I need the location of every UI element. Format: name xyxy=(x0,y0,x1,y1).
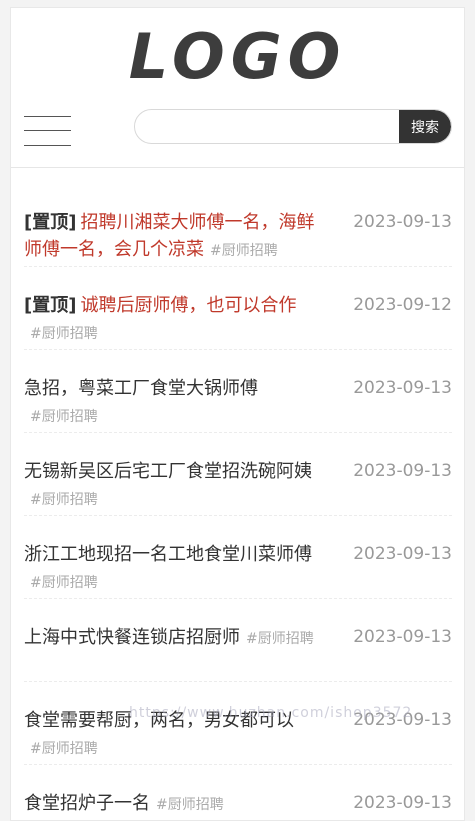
category-tag[interactable]: #厨师招聘 xyxy=(30,741,98,757)
post-list: [置顶] 招聘川湘菜大师傅一名，海鲜师傅一名，会几个凉菜 #厨师招聘 2023-09… xyxy=(24,184,452,820)
post-title[interactable]: 急招，粤菜工厂食堂大锅师傅 xyxy=(24,378,258,399)
post-title-link[interactable]: 急招，粤菜工厂食堂大锅师傅 #厨师招聘 xyxy=(24,375,329,431)
list-item: [置顶] 招聘川湘菜大师傅一名，海鲜师傅一名，会几个凉菜 #厨师招聘 2023-09… xyxy=(24,184,452,267)
menu-line xyxy=(24,145,71,146)
search-input[interactable] xyxy=(135,110,401,143)
category-tag[interactable]: #厨师招聘 xyxy=(30,492,98,508)
post-date: 2023-09-13 xyxy=(353,627,452,647)
post-title[interactable]: 上海中式快餐连锁店招厨师 xyxy=(24,627,240,648)
pinned-label: [置顶] xyxy=(24,212,77,233)
category-tag[interactable]: #厨师招聘 xyxy=(30,575,98,591)
post-title[interactable]: 浙江工地现招一名工地食堂川菜师傅 xyxy=(24,544,312,565)
post-title[interactable]: 食堂招炉子一名 xyxy=(24,793,150,814)
post-title-link[interactable]: 上海中式快餐连锁店招厨师 #厨师招聘 xyxy=(24,624,329,653)
category-tag[interactable]: #厨师招聘 xyxy=(30,326,98,342)
header: LOGO 搜索 xyxy=(11,8,464,168)
category-tag[interactable]: #厨师招聘 xyxy=(156,797,224,813)
menu-line xyxy=(24,116,71,117)
list-item: [置顶] 诚聘后厨师傅，也可以合作 #厨师招聘 2023-09-12 xyxy=(24,267,452,350)
post-title-link[interactable]: 无锡新吴区后宅工厂食堂招洗碗阿姨 #厨师招聘 xyxy=(24,458,329,514)
post-date: 2023-09-13 xyxy=(353,378,452,398)
list-item: 浙江工地现招一名工地食堂川菜师傅 #厨师招聘 2023-09-13 xyxy=(24,516,452,599)
post-date: 2023-09-13 xyxy=(353,793,452,813)
category-tag[interactable]: #厨师招聘 xyxy=(210,243,278,259)
list-item: 无锡新吴区后宅工厂食堂招洗碗阿姨 #厨师招聘 2023-09-13 xyxy=(24,433,452,516)
post-title[interactable]: 诚聘后厨师傅，也可以合作 xyxy=(80,295,296,316)
logo[interactable]: LOGO xyxy=(11,20,464,93)
post-date: 2023-09-13 xyxy=(353,461,452,481)
category-tag[interactable]: #厨师招聘 xyxy=(246,631,314,647)
list-item: 食堂需要帮厨，两名，男女都可以#厨师招聘 2023-09-13 xyxy=(24,682,452,765)
list-item: 急招，粤菜工厂食堂大锅师傅 #厨师招聘 2023-09-13 xyxy=(24,350,452,433)
menu-icon[interactable] xyxy=(24,112,71,146)
post-title[interactable]: 无锡新吴区后宅工厂食堂招洗碗阿姨 xyxy=(24,461,312,482)
search-button[interactable]: 搜索 xyxy=(399,110,451,143)
category-tag[interactable]: #厨师招聘 xyxy=(30,409,98,425)
list-item: 食堂招炉子一名 #厨师招聘 2023-09-13 xyxy=(24,765,452,820)
post-date: 2023-09-13 xyxy=(353,544,452,564)
pinned-label: [置顶] xyxy=(24,295,77,316)
page: LOGO 搜索 [置顶] 招聘川湘菜大师傅一名，海鲜师傅一名，会几个凉菜 #厨师招聘… xyxy=(10,7,465,821)
search-bar: 搜索 xyxy=(134,109,452,144)
post-title-link[interactable]: [置顶] 诚聘后厨师傅，也可以合作 #厨师招聘 xyxy=(24,292,329,348)
post-date: 2023-09-12 xyxy=(353,295,452,315)
post-title-link[interactable]: [置顶] 招聘川湘菜大师傅一名，海鲜师傅一名，会几个凉菜 #厨师招聘 xyxy=(24,209,329,265)
post-title-link[interactable]: 浙江工地现招一名工地食堂川菜师傅 #厨师招聘 xyxy=(24,541,329,597)
post-date: 2023-09-13 xyxy=(353,212,452,232)
list-item: 上海中式快餐连锁店招厨师 #厨师招聘 2023-09-13 xyxy=(24,599,452,682)
menu-line xyxy=(24,130,71,131)
post-title-link[interactable]: 食堂招炉子一名 #厨师招聘 xyxy=(24,790,329,819)
watermark: https://www.huzhan.com/ishop3572 xyxy=(129,705,413,721)
